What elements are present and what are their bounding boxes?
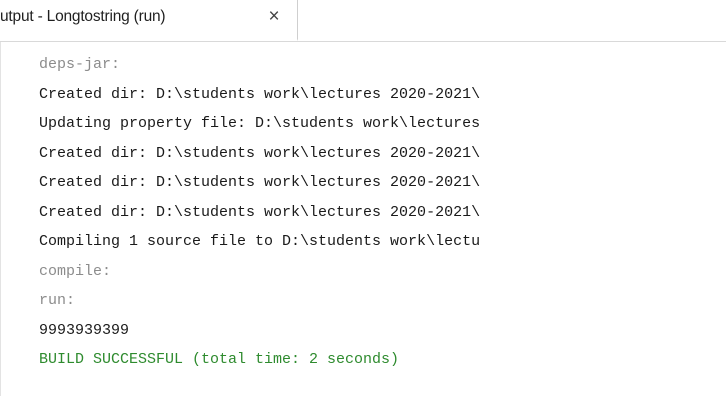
output-line: Created dir: D:\students work\lectures 2… — [39, 174, 481, 191]
output-tab-bar: utput - Longtostring (run) × — [0, 0, 726, 42]
output-line: Compiling 1 source file to D:\students w… — [39, 233, 481, 250]
close-icon[interactable]: × — [263, 6, 285, 28]
output-line: compile: — [39, 262, 112, 280]
output-line: deps-jar: — [39, 56, 121, 73]
tab-title: utput - Longtostring (run) — [0, 8, 166, 25]
output-line: BUILD SUCCESSFUL (total time: 2 seconds) — [39, 351, 400, 368]
output-line: 9993939399 — [39, 321, 130, 339]
output-line: run: — [39, 292, 76, 309]
output-line: Created dir: D:\students work\lectures 2… — [39, 144, 481, 162]
output-line: Updating property file: D:\students work… — [39, 115, 481, 132]
output-tab[interactable]: utput - Longtostring (run) × — [0, 0, 298, 41]
output-line: Created dir: D:\students work\lectures 2… — [39, 203, 481, 221]
output-lines: deps-jar: Created dir: D:\students work\l… — [39, 50, 480, 375]
output-line: Created dir: D:\students work\lectures 2… — [39, 85, 481, 103]
output-console[interactable]: deps-jar: Created dir: D:\students work\l… — [0, 42, 726, 396]
